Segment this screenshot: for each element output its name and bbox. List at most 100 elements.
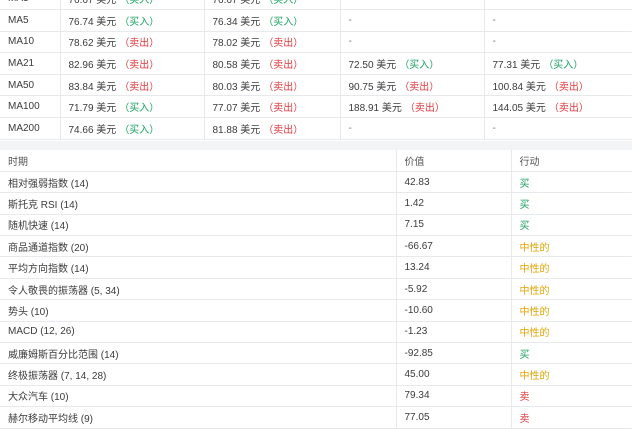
ma-value-cell: 76.34 美元 （买入） xyxy=(204,9,341,32)
ma-period-label: MA21 xyxy=(0,52,61,75)
ma-value: 72.50 美元 xyxy=(348,60,397,72)
ma-signal: （买入） xyxy=(399,60,440,72)
oscillator-name: 平均方向指数 (14) xyxy=(0,256,397,279)
ma-value-cell: 90.75 美元 （卖出） xyxy=(340,74,485,97)
ma-value-cell: 72.50 美元 （买入） xyxy=(340,52,485,75)
ma-signal: （卖出） xyxy=(119,60,160,72)
oscillator-action: 中性的 xyxy=(511,278,632,301)
ma-signal: （买入） xyxy=(543,60,584,72)
ma-value: 77.31 美元 xyxy=(492,60,541,72)
oscillator-value: 42.83 xyxy=(396,171,512,194)
ma-signal: （买入） xyxy=(263,16,304,28)
oscillator-name: 相对强弱指数 (14) xyxy=(0,171,397,194)
ma-signal: （卖出） xyxy=(263,81,304,93)
ma-value-cell: - xyxy=(340,117,485,140)
ma-value: 71.79 美元 xyxy=(68,103,117,115)
ma-value-cell: 77.31 美元 （买入） xyxy=(484,52,632,75)
ma-row: MA5 76.74 美元 （买入） 76.34 美元 （买入） - - xyxy=(0,9,632,32)
header-action: 行动 xyxy=(511,150,632,172)
oscillator-action: 买 xyxy=(511,171,632,194)
oscillator-action: 买 xyxy=(511,214,632,237)
ma-signal: （卖出） xyxy=(548,81,589,93)
ma-signal: （卖出） xyxy=(119,38,160,50)
oscillator-action: 中性的 xyxy=(511,299,632,322)
ma-value: 83.84 美元 xyxy=(68,81,117,93)
ma-value-cell: 78.02 美元 （卖出） xyxy=(204,31,341,54)
ma-value: 81.88 美元 xyxy=(212,124,261,136)
ma-value-cell: 81.88 美元 （卖出） xyxy=(204,117,341,140)
ma-value: 80.58 美元 xyxy=(212,60,261,72)
ma-value: - xyxy=(492,36,496,48)
oscillator-name: 大众汽车 (10) xyxy=(0,385,397,408)
oscillator-row: 势头 (10) -10.60 中性的 xyxy=(0,299,632,322)
ma-period-label: MA50 xyxy=(0,74,61,97)
oscillator-row: MACD (12, 26) -1.23 中性的 xyxy=(0,321,632,344)
oscillator-value: -66.67 xyxy=(396,235,512,258)
ma-value-cell: - xyxy=(340,0,485,11)
ma-value: 82.96 美元 xyxy=(68,60,117,72)
ma-row: MA200 74.66 美元 （买入） 81.88 美元 （卖出） - - xyxy=(0,117,632,140)
oscillator-row: 相对强弱指数 (14) 42.83 买 xyxy=(0,171,632,194)
oscillator-value: 1.42 xyxy=(396,192,512,215)
oscillator-name: 威廉姆斯百分比范围 (14) xyxy=(0,342,397,365)
ma-value-cell: 188.91 美元 （卖出） xyxy=(340,95,485,119)
ma-signal: （卖出） xyxy=(404,103,445,115)
ma-value-cell: 83.84 美元 （卖出） xyxy=(60,74,205,97)
section-divider xyxy=(0,141,632,150)
ma-value-cell: - xyxy=(484,9,632,32)
oscillator-row: 令人敬畏的振荡器 (5, 34) -5.92 中性的 xyxy=(0,278,632,301)
ma-value: 76.67 美元 xyxy=(212,0,261,7)
ma-signal: （买入） xyxy=(119,0,160,7)
ma-value: 76.74 美元 xyxy=(68,16,117,28)
ma-value-cell: 144.05 美元 （卖出） xyxy=(484,95,632,119)
ma-value: - xyxy=(492,14,496,26)
ma-value-cell: - xyxy=(340,9,485,32)
ma-row: MA376.67 美元（买入）76.67 美元（买入）-- xyxy=(0,0,632,11)
oscillator-row: 终极振荡器 (7, 14, 28) 45.00 中性的 xyxy=(0,363,632,386)
ma-value: - xyxy=(348,14,352,26)
ma-row: MA50 83.84 美元 （卖出） 80.03 美元 （卖出） 90.75 美元 （卖出）… xyxy=(0,74,632,97)
oscillator-name: 势头 (10) xyxy=(0,299,397,322)
oscillator-action: 买 xyxy=(511,342,632,365)
ma-value-cell: 74.66 美元 （买入） xyxy=(60,117,205,140)
oscillator-value: 79.34 xyxy=(396,385,512,408)
ma-value: - xyxy=(348,36,352,48)
ma-value-cell: - xyxy=(484,0,632,11)
ma-row: MA10 78.62 美元 （卖出） 78.02 美元 （卖出） - - xyxy=(0,31,632,54)
ma-value: 90.75 美元 xyxy=(348,81,397,93)
oscillator-action: 中性的 xyxy=(511,235,632,258)
ma-value-cell: 71.79 美元 （买入） xyxy=(60,95,205,119)
ma-signal: （卖出） xyxy=(263,60,304,72)
ma-value-cell: 78.62 美元 （卖出） xyxy=(60,31,205,54)
oscillator-row: 斯托克 RSI (14) 1.42 买 xyxy=(0,192,632,215)
ma-signal: （卖出） xyxy=(548,103,589,115)
ma-value-cell: 82.96 美元 （卖出） xyxy=(60,52,205,75)
oscillator-action: 中性的 xyxy=(511,363,632,386)
oscillator-action: 卖 xyxy=(511,406,632,429)
oscillator-name: 商品通道指数 (20) xyxy=(0,235,397,258)
ma-signal: （卖出） xyxy=(399,81,440,93)
oscillator-name: 随机快速 (14) xyxy=(0,214,397,237)
oscillator-value: 7.15 xyxy=(396,214,512,237)
oscillator-action: 中性的 xyxy=(511,321,632,344)
ma-value: 144.05 美元 xyxy=(492,103,546,115)
ma-value-cell: 77.07 美元 （卖出） xyxy=(204,95,341,119)
ma-period-label: MA100 xyxy=(0,95,61,119)
oscillator-row: 赫尔移动平均线 (9) 77.05 卖 xyxy=(0,406,632,429)
oscillator-row: 威廉姆斯百分比范围 (14) -92.85 买 xyxy=(0,342,632,365)
header-value: 价值 xyxy=(396,150,512,172)
oscillator-value: -1.23 xyxy=(396,321,512,344)
oscillators-table: 时期 价值 行动 相对强弱指数 (14) 42.83 买斯托克 RSI (14) 1.… xyxy=(0,150,632,429)
ma-value-cell: - xyxy=(484,117,632,140)
ma-value: 74.66 美元 xyxy=(68,124,117,136)
ma-value: 77.07 美元 xyxy=(212,103,261,115)
oscillator-value: 45.00 xyxy=(396,363,512,386)
ma-value-cell: 76.74 美元 （买入） xyxy=(60,9,205,32)
ma-value: - xyxy=(492,122,496,134)
oscillator-value: -10.60 xyxy=(396,299,512,322)
oscillator-action: 买 xyxy=(511,192,632,215)
ma-signal: （卖出） xyxy=(263,103,304,115)
oscillator-action: 卖 xyxy=(511,385,632,408)
ma-value: 80.03 美元 xyxy=(212,81,261,93)
oscillator-name: 斯托克 RSI (14) xyxy=(0,192,397,215)
